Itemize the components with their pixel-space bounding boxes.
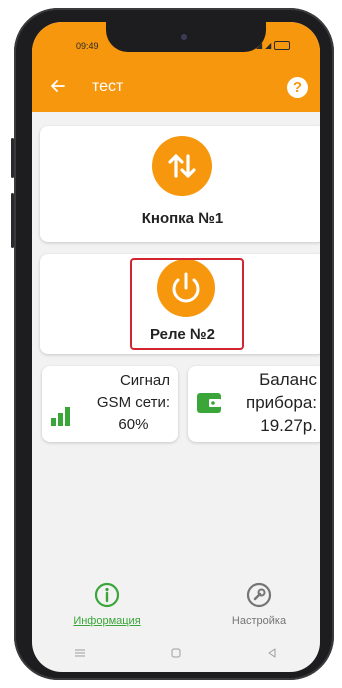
gsm-value: 60% xyxy=(118,416,149,433)
status-icons: ◢ ◢ xyxy=(256,41,291,50)
swap-arrows-icon xyxy=(168,154,196,178)
recent-apps-button[interactable] xyxy=(70,643,90,663)
balance-label-line1: Баланс xyxy=(259,370,317,389)
balance-card: Баланс прибора: 19.27р. xyxy=(188,366,320,442)
phone-side-button xyxy=(11,138,14,178)
app-bar: 09:49 ◢ ◢ тест ? xyxy=(32,22,320,112)
signal-icon: ◢ xyxy=(265,41,272,50)
square-icon xyxy=(171,648,181,658)
triangle-left-icon xyxy=(268,648,276,658)
phone-side-button xyxy=(11,193,14,248)
app-screen: 09:49 ◢ ◢ тест ? Кнопка №1 Реле №2 Сигна… xyxy=(32,22,320,672)
button1-card[interactable]: Кнопка №1 xyxy=(40,126,320,242)
menu-lines-icon xyxy=(75,649,85,657)
battery-icon xyxy=(274,41,291,50)
help-button[interactable]: ? xyxy=(287,77,308,98)
status-time: 09:49 xyxy=(76,41,99,51)
selection-highlight xyxy=(130,258,244,350)
page-title: тест xyxy=(92,78,124,95)
front-camera xyxy=(181,34,187,40)
arrow-left-icon xyxy=(51,80,65,92)
balance-label-line2: прибора: xyxy=(246,393,317,412)
nav-info-tab[interactable]: Информация xyxy=(62,582,152,627)
nav-settings-label: Настройка xyxy=(231,615,287,627)
balance-text: Баланс прибора: 19.27р. xyxy=(246,368,317,437)
gsm-signal-text: Сигнал GSM сети: 60% xyxy=(97,370,170,436)
signal-bars-icon xyxy=(51,407,70,426)
nav-settings-tab[interactable]: Настройка xyxy=(214,582,304,627)
home-button[interactable] xyxy=(166,643,186,663)
button1-circle xyxy=(152,136,212,196)
nav-info-label: Информация xyxy=(73,615,141,627)
gsm-label-line2: GSM сети: xyxy=(96,394,170,411)
question-icon: ? xyxy=(292,79,303,96)
wrench-icon xyxy=(246,582,272,608)
system-nav-bar xyxy=(32,634,320,672)
system-back-button[interactable] xyxy=(262,643,282,663)
camera-notch xyxy=(106,22,266,52)
info-icon xyxy=(94,582,120,608)
button1-label: Кнопка №1 xyxy=(141,210,224,227)
back-button[interactable] xyxy=(48,77,68,97)
balance-value: 19.27р. xyxy=(260,416,317,435)
gsm-label-line1: Сигнал xyxy=(119,372,170,389)
signal-icon: ◢ xyxy=(256,41,263,50)
wallet-icon xyxy=(197,393,221,413)
gsm-signal-card: Сигнал GSM сети: 60% xyxy=(42,366,178,442)
